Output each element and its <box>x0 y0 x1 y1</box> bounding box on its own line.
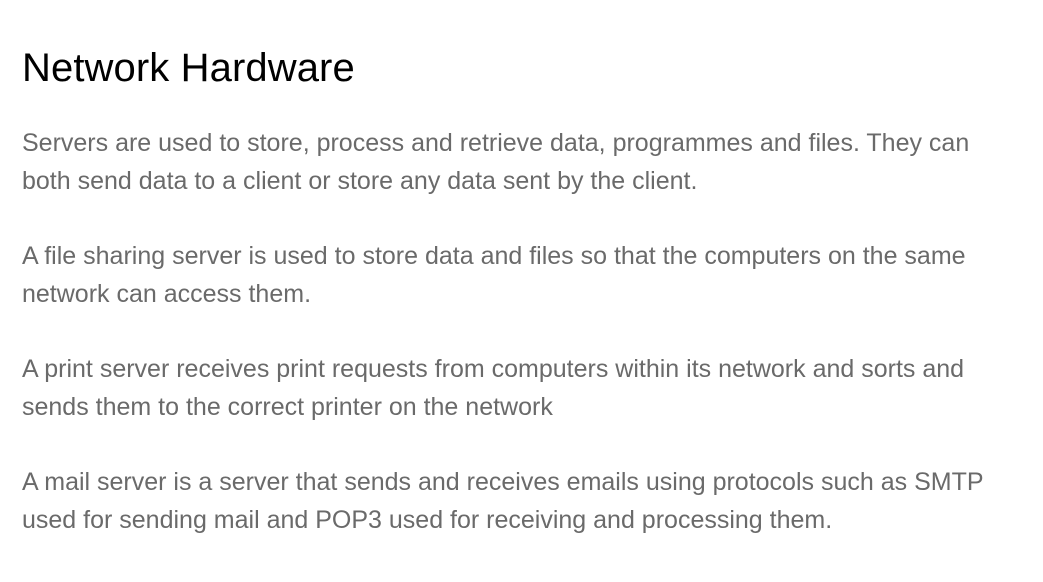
page-title: Network Hardware <box>22 46 355 90</box>
paragraph-servers: Servers are used to store, process and r… <box>22 129 970 195</box>
document-page: Network Hardware Servers are used to sto… <box>0 0 1043 582</box>
paragraph-mail-server: A mail server is a server that sends and… <box>22 468 984 534</box>
paragraph-file-sharing-server: A file sharing server is used to store d… <box>22 242 966 308</box>
document-body: Servers are used to store, process and r… <box>22 124 1021 539</box>
paragraph-print-server: A print server receives print requests f… <box>22 355 965 421</box>
